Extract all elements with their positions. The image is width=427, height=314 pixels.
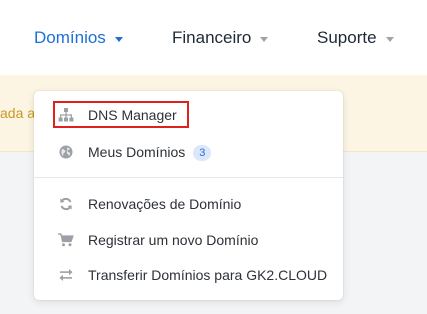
menu-item-label-group: Meus Domínios 3 xyxy=(88,143,212,161)
sync-icon xyxy=(58,196,74,212)
nav-item-suporte[interactable]: Suporte xyxy=(317,27,394,49)
caret-down-icon xyxy=(260,36,269,42)
exchange-icon xyxy=(58,267,74,283)
menu-item-label: DNS Manager xyxy=(88,107,177,123)
menu-item-label: Renovações de Domínio xyxy=(88,196,242,212)
globe-icon xyxy=(58,144,74,160)
menu-item-renovacoes[interactable]: Renovações de Domínio xyxy=(34,188,343,220)
menu-item-label: Transferir Domínios para GK2.CLOUD xyxy=(88,267,328,283)
menu-item-label: Registrar um novo Domínio xyxy=(88,232,259,248)
menu-item-label: Meus Domínios xyxy=(88,143,186,160)
menu-item-dns-manager[interactable]: DNS Manager xyxy=(34,99,343,131)
nav-item-financeiro[interactable]: Financeiro xyxy=(172,27,269,49)
menu-divider xyxy=(34,177,343,178)
menu-item-transferir[interactable]: Transferir Domínios para GK2.CLOUD xyxy=(34,259,343,291)
domains-dropdown-menu: DNS Manager Meus Domínios 3 Renovações de… xyxy=(34,91,343,300)
cart-icon xyxy=(58,232,74,248)
caret-down-icon xyxy=(385,36,394,42)
menu-item-meus-dominios[interactable]: Meus Domínios 3 xyxy=(34,136,343,168)
menu-item-registrar[interactable]: Registrar um novo Domínio xyxy=(34,224,343,256)
nav-item-label: Suporte xyxy=(317,28,377,47)
nav-item-dominios[interactable]: Domínios xyxy=(34,27,123,49)
nav-item-label: Domínios xyxy=(34,28,106,47)
nav-item-label: Financeiro xyxy=(172,28,252,47)
count-badge: 3 xyxy=(193,144,212,161)
top-navigation: Domínios Financeiro Suporte xyxy=(0,0,427,75)
sitemap-icon xyxy=(58,107,74,123)
caret-down-icon xyxy=(114,36,123,42)
